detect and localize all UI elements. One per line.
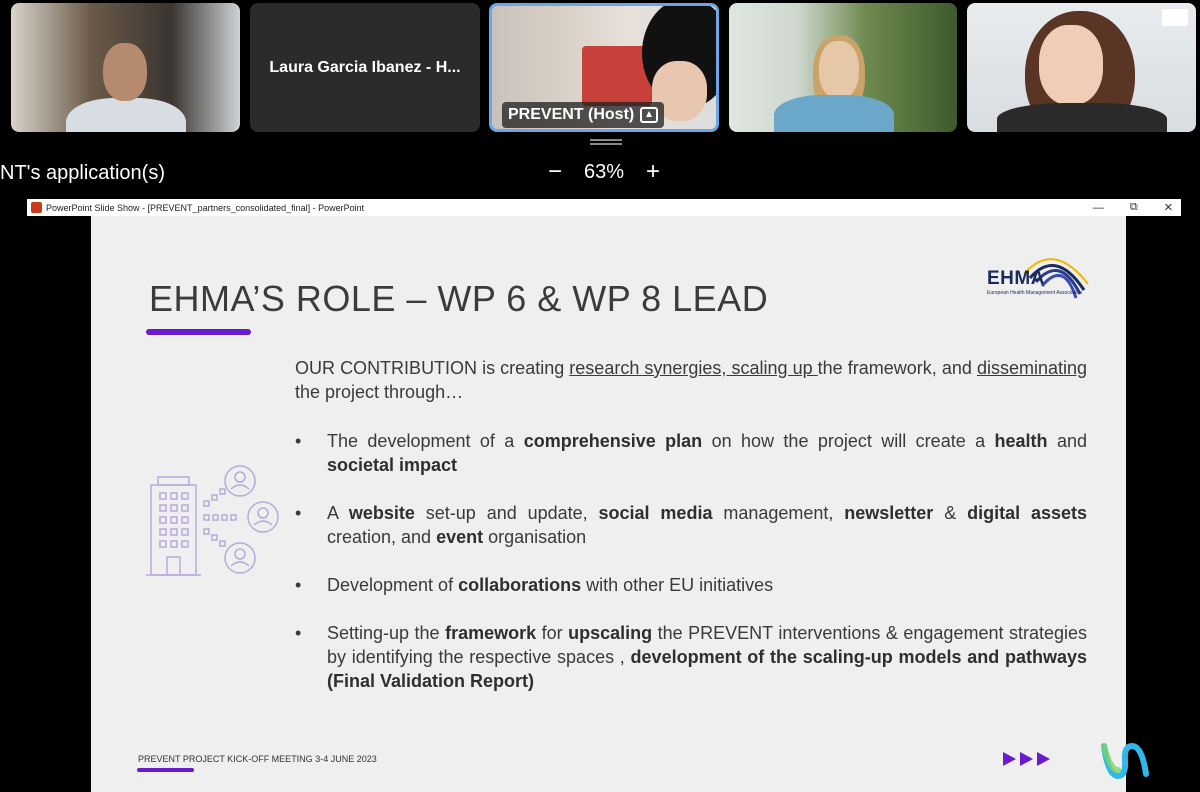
intro-text: OUR CONTRIBUTION is creating research sy… xyxy=(295,356,1087,404)
bullet-text: organisation xyxy=(483,527,587,547)
bullet-text: & xyxy=(933,503,968,523)
restore-button[interactable]: ⧉ xyxy=(1130,201,1138,214)
bullet-bold: health xyxy=(994,431,1048,451)
participant-name: Laura Garcia Ibanez - H... xyxy=(269,58,461,76)
bullet-text: Development of xyxy=(327,575,459,595)
arrow-icon xyxy=(1020,752,1033,766)
intro-part: the framework, and xyxy=(817,358,977,378)
bullet-bold: collaborations xyxy=(458,575,582,595)
bullet-bold: framework xyxy=(445,623,537,643)
ehma-logo-text: EHMA xyxy=(987,268,1045,289)
participant-name: PREVENT (Host) xyxy=(508,106,635,123)
resize-handle[interactable] xyxy=(590,139,622,145)
bullet-item: A website set-up and update, social medi… xyxy=(295,501,1087,549)
window-title: PowerPoint Slide Show - [PREVENT_partner… xyxy=(46,202,365,213)
bullet-item: The development of a comprehensive plan … xyxy=(295,429,1087,477)
bullet-bold: newsletter xyxy=(844,503,934,523)
intro-part: the project through… xyxy=(295,382,464,402)
slide-title: EHMA’S ROLE – WP 6 & WP 8 LEAD xyxy=(149,278,769,319)
bullet-text: Setting-up the xyxy=(327,623,446,643)
bullet-bold: comprehensive plan xyxy=(523,431,703,451)
slide[interactable]: EHMA European Health Management Associat… xyxy=(91,216,1126,792)
bullet-text: and xyxy=(1047,431,1087,451)
zoom-control: − 63% + xyxy=(548,160,660,184)
participant-tile-2[interactable]: Laura Garcia Ibanez - H... xyxy=(250,3,480,132)
bullet-text: creation, and xyxy=(327,527,437,547)
participant-tile-host[interactable]: PREVENT (Host) xyxy=(489,3,719,132)
arrow-icon xyxy=(1037,752,1050,766)
powerpoint-icon xyxy=(31,202,42,213)
webex-logo-icon xyxy=(1101,742,1149,780)
zoom-level: 63% xyxy=(584,160,625,183)
intro-underlined: research synergies, scaling up xyxy=(569,358,818,378)
participant-video xyxy=(66,98,186,132)
bullet-text: with other EU initiatives xyxy=(581,575,774,595)
bullet-text: set-up and update, xyxy=(414,503,599,523)
intro-underlined: disseminating xyxy=(976,358,1087,378)
title-underline xyxy=(146,329,251,335)
zoom-in-button[interactable]: + xyxy=(646,160,660,184)
bullet-bold: digital assets xyxy=(967,503,1087,523)
screen-share-icon xyxy=(640,107,659,123)
bullet-text: The development of a xyxy=(327,431,524,451)
participant-video xyxy=(997,103,1167,132)
bullet-text: management, xyxy=(712,503,845,523)
bullet-bold: upscaling xyxy=(568,623,653,643)
bullet-text: on how the project will create a xyxy=(702,431,995,451)
participant-strip: Laura Garcia Ibanez - H... PREVENT (Host… xyxy=(0,0,1200,136)
bullet-text: for xyxy=(536,623,569,643)
participant-video xyxy=(819,41,859,99)
bullet-bold: social media xyxy=(598,503,713,523)
bullet-bold: event xyxy=(436,527,484,547)
window-controls: — ⧉ ✕ xyxy=(1093,199,1173,216)
bullet-list: The development of a comprehensive plan … xyxy=(295,429,1087,717)
next-arrows-icon xyxy=(1003,752,1050,766)
share-toolbar: NT's application(s) − 63% + xyxy=(0,158,1200,192)
building-network-icon xyxy=(146,465,279,576)
participant-video xyxy=(1039,25,1103,105)
zoom-out-button[interactable]: − xyxy=(548,160,562,184)
bullet-bold: website xyxy=(348,503,415,523)
bullet-bold: societal impact xyxy=(327,455,458,475)
participant-video xyxy=(103,43,147,101)
flag-icon xyxy=(1162,9,1188,26)
host-label: PREVENT (Host) xyxy=(502,102,665,128)
footer-underline xyxy=(137,768,194,772)
bullet-item: Setting-up the framework for upscaling t… xyxy=(295,621,1087,693)
participant-tile-4[interactable] xyxy=(729,3,957,132)
powerpoint-window: PowerPoint Slide Show - [PREVENT_partner… xyxy=(27,199,1181,792)
participant-tile-5[interactable] xyxy=(967,3,1196,132)
shared-app-title: NT's application(s) xyxy=(0,162,165,184)
slide-footer: PREVENT PROJECT KICK-OFF MEETING 3-4 JUN… xyxy=(138,754,377,764)
close-button[interactable]: ✕ xyxy=(1164,201,1173,214)
bullet-text: A xyxy=(327,503,349,523)
ehma-logo-subtitle: European Health Management Association xyxy=(987,290,1082,296)
minimize-button[interactable]: — xyxy=(1093,202,1104,214)
window-titlebar[interactable]: PowerPoint Slide Show - [PREVENT_partner… xyxy=(27,199,1181,216)
participant-video xyxy=(774,95,894,132)
arrow-icon xyxy=(1003,752,1016,766)
intro-part: OUR CONTRIBUTION is creating xyxy=(295,358,570,378)
participant-tile-1[interactable] xyxy=(11,3,240,132)
bullet-item: Development of collaborations with other… xyxy=(295,573,1087,597)
